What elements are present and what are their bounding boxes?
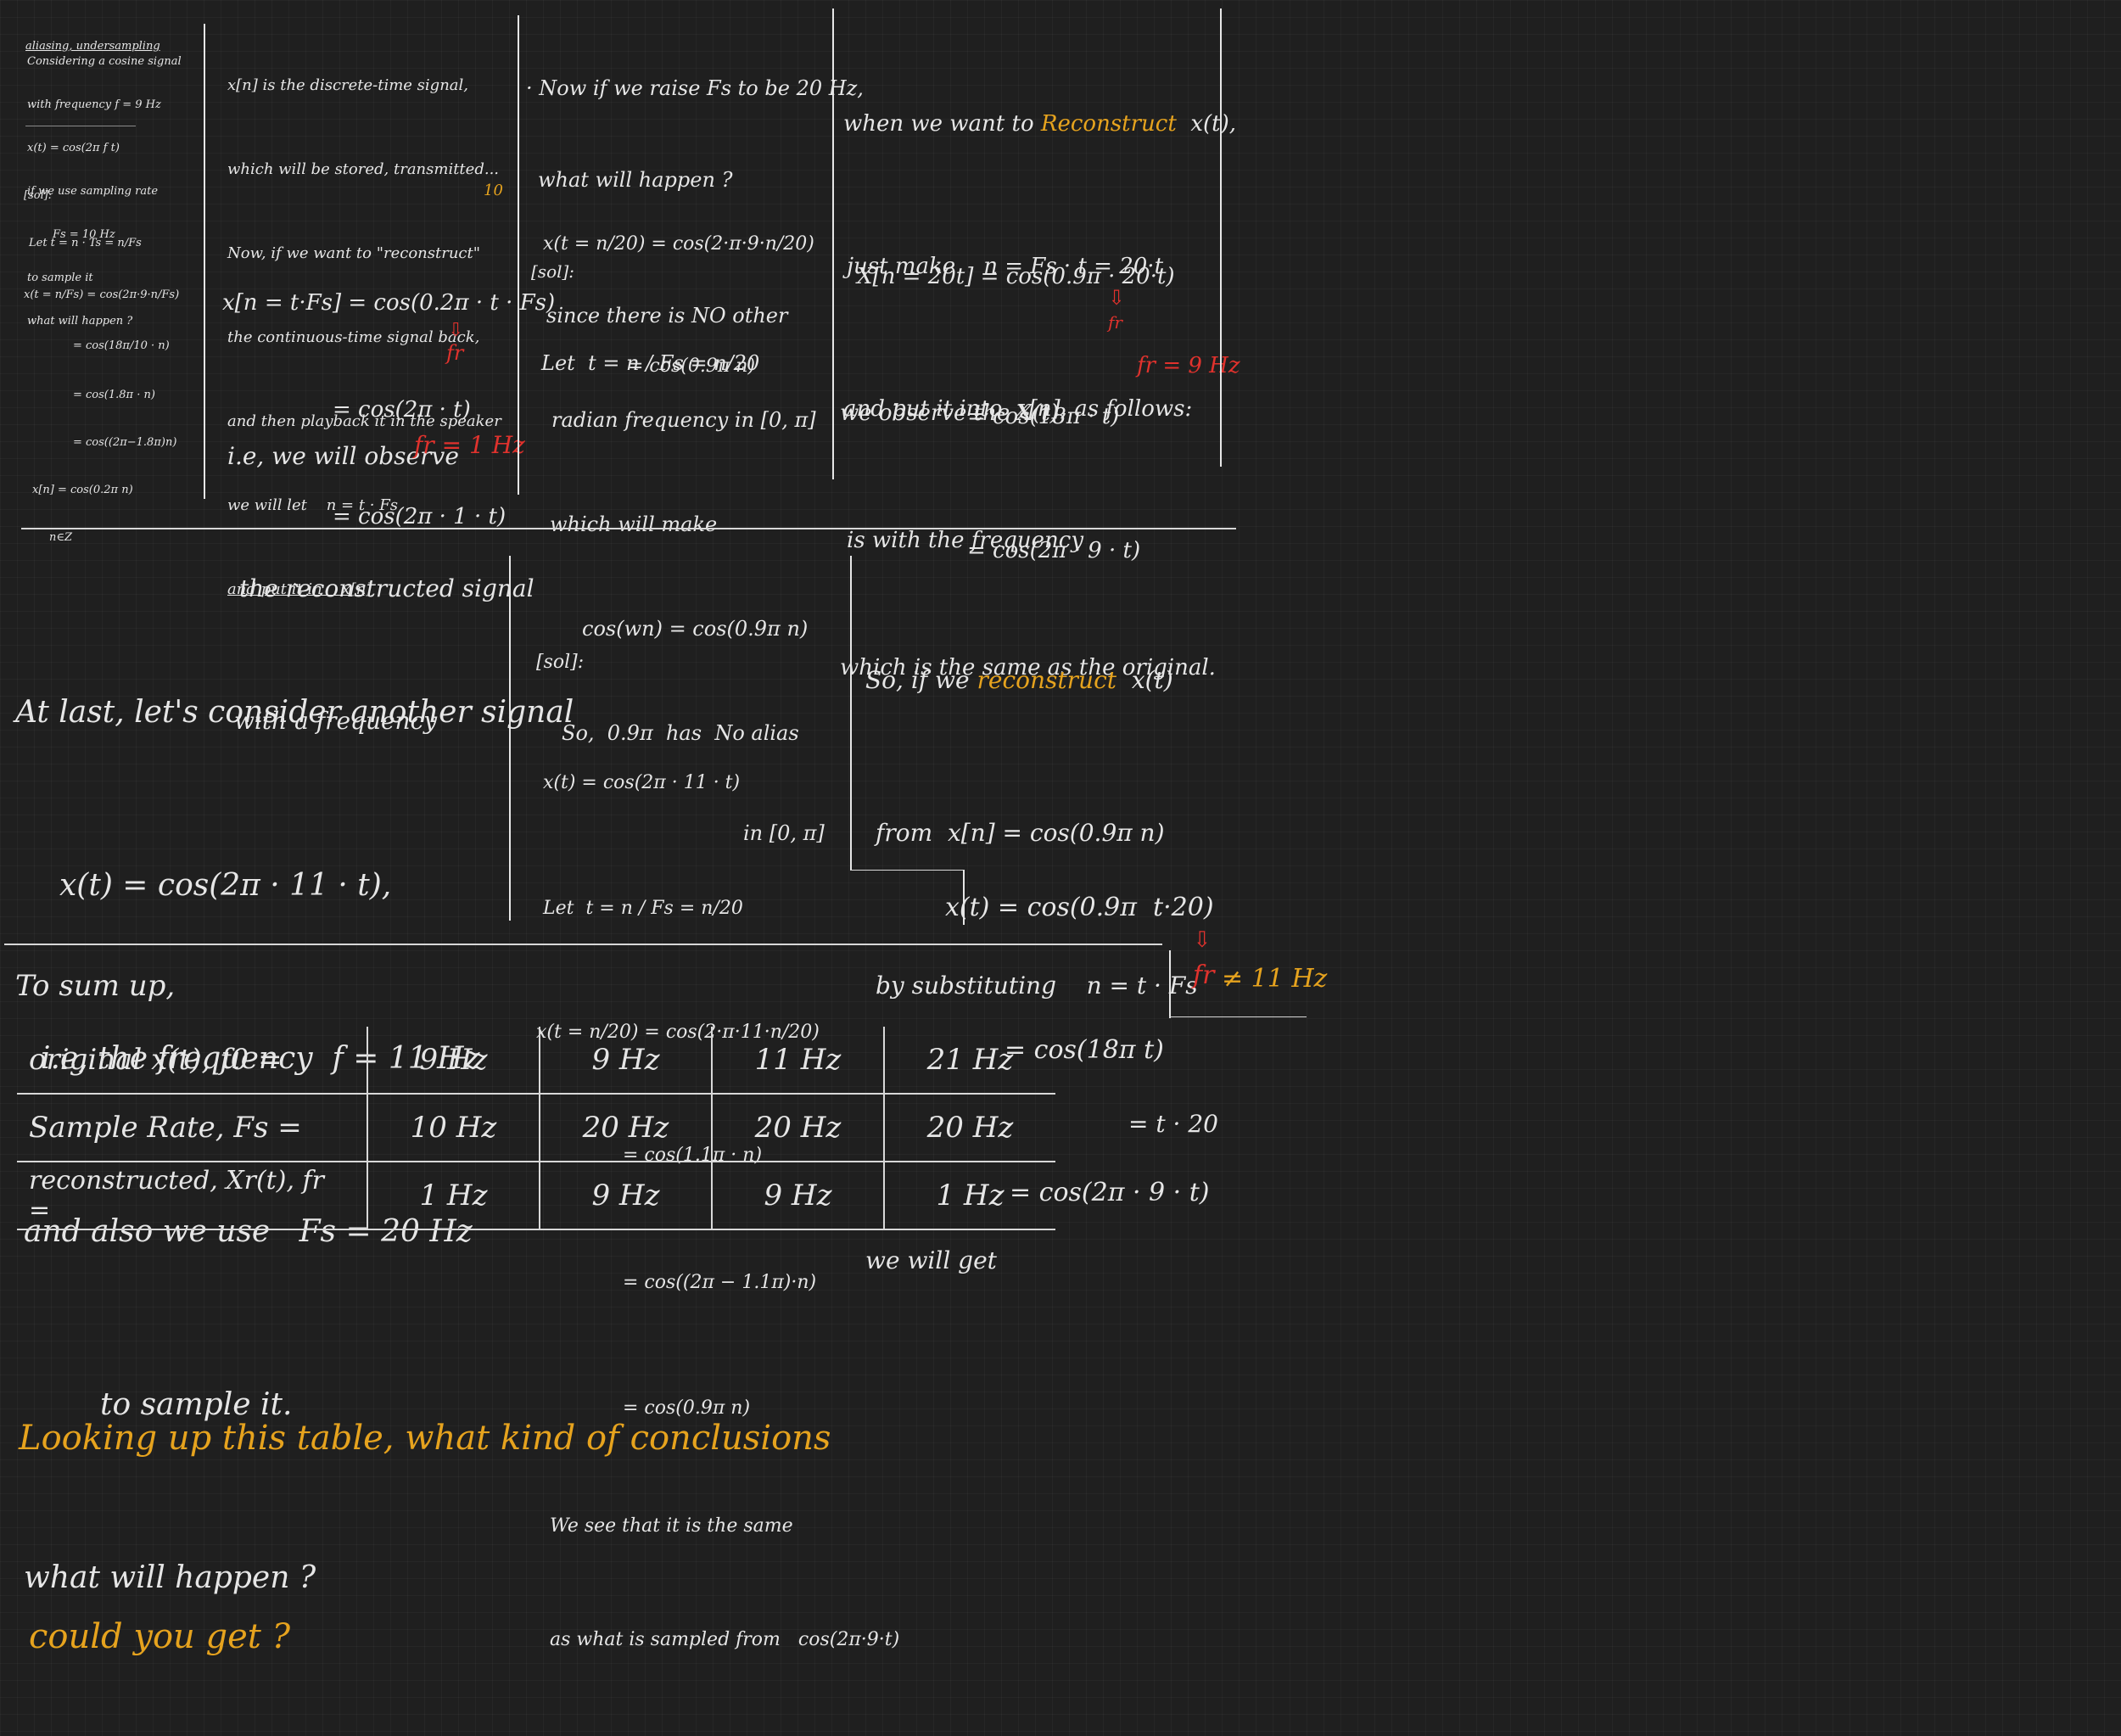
text-line: which will be stored, transmitted... <box>227 160 500 178</box>
equation-line: x(t) = cos(2π · 11 · t) <box>543 772 741 793</box>
xt-label: x(t), <box>1190 111 1236 137</box>
text-line: which will make <box>550 512 718 536</box>
row-label: reconstructed, Xr(t), fr = <box>17 1161 367 1230</box>
table-cell: 1 Hz <box>883 1161 1055 1230</box>
equation-line: x(t = n/Fs) = cos(2π·9·n/Fs) <box>24 288 180 301</box>
text-line: Considering a cosine signal <box>27 55 182 68</box>
annotation-10: 10 <box>484 182 503 199</box>
arrow-down-icon: ⇩ <box>1193 927 1212 953</box>
table-cell: 9 Hz <box>539 1027 712 1094</box>
fr-value: fr = 9 Hz <box>1137 353 1240 378</box>
divider <box>204 24 205 499</box>
text-line: could you get ? <box>29 1617 291 1656</box>
table-cell: 11 Hz <box>711 1027 884 1094</box>
equation-line: n∈Z <box>49 531 73 544</box>
table-row: reconstructed, Xr(t), fr = 1 Hz 9 Hz 9 H… <box>17 1161 1055 1230</box>
text-line: Looking up this table, what kind of conc… <box>19 1419 831 1458</box>
divider <box>850 556 852 870</box>
equation-line: = cos((2π−1.8π)n) <box>73 436 177 449</box>
row-label: Sample Rate, Fs = <box>17 1093 367 1162</box>
table-cell: 20 Hz <box>883 1093 1055 1162</box>
text-line: So, if we <box>865 666 970 694</box>
text-line: since there is NO other <box>546 304 788 328</box>
xt-label: x(t) <box>1131 666 1173 694</box>
equation-line: x[n] = cos(0.2π n) <box>32 484 133 496</box>
equation-line: Let t = n / Fs = n/20 <box>543 898 743 919</box>
divider <box>518 15 519 495</box>
table-cell: 20 Hz <box>711 1093 884 1162</box>
table-cell: 21 Hz <box>883 1027 1055 1094</box>
text-line: we observe the X(t) <box>840 400 1059 426</box>
table-cell: 9 Hz <box>539 1161 712 1230</box>
panel1-solution: [sol]: Let t = n · Ts = n/Fs x(t = n/Fs)… <box>24 160 179 576</box>
fr-result: ≠ 11 Hz <box>1222 964 1328 994</box>
equation-line: = cos(1.8π · n) <box>73 389 155 401</box>
equation-line: x(t) = cos(0.9π t·20) <box>945 893 1214 922</box>
equation-line: Let t = n · Ts = n/Fs <box>29 237 142 249</box>
result-bracket <box>1169 1016 1307 1017</box>
equation-line: = cos(18π/10 · n) <box>73 339 170 352</box>
reconstruct-word: Reconstruct <box>1040 111 1177 137</box>
text-line: x(t) = cos(2π · 11 · t), <box>59 868 392 903</box>
result-bracket <box>1169 950 1171 1018</box>
solution-label: [sol]: <box>536 652 585 673</box>
table-cell: 10 Hz <box>367 1093 540 1162</box>
fr-symbol: fr <box>1193 960 1215 990</box>
text-line: x[n] is the discrete-time signal, <box>227 76 469 94</box>
divider <box>509 556 511 921</box>
summary-table: original x(t), f0 = 9 Hz 9 Hz 11 Hz 21 H… <box>17 1027 1055 1230</box>
reconstruct-word: reconstruct <box>977 666 1117 694</box>
text-line: At last, let's consider another signal <box>15 695 574 730</box>
table-cell: 1 Hz <box>367 1161 540 1230</box>
equation-line: x[n = t·Fs] = cos(0.2π · t · Fs) <box>222 290 556 316</box>
text-line: x(t) = cos(2π f t) <box>27 142 120 154</box>
text-line: with frequency f = 9 Hz <box>27 98 161 111</box>
solution-label: [sol]: <box>24 189 53 202</box>
table-cell: 9 Hz <box>367 1027 540 1094</box>
section-divider <box>21 528 1236 529</box>
fr-value: fr = 1 Hz <box>414 431 525 459</box>
equation-line: X[n = 20t] = cos(0.9π · 20·t) <box>857 264 1175 289</box>
text-line: radian frequency in [0, π] <box>551 408 816 432</box>
table-row: Sample Rate, Fs = 10 Hz 20 Hz 20 Hz 20 H… <box>17 1093 1055 1162</box>
arrow-down-icon: ⇩ <box>1108 286 1126 310</box>
closing-question: Looking up this table, what kind of conc… <box>19 1273 831 1736</box>
text-line: · Now if we raise Fs to be 20 Hz, <box>526 76 864 100</box>
table-row: original x(t), f0 = 9 Hz 9 Hz 11 Hz 21 H… <box>17 1027 1055 1094</box>
summary-title: To sum up, <box>15 969 176 1003</box>
text-line: when we want to <box>843 111 1034 137</box>
row-label: original x(t), f0 = <box>29 1043 283 1077</box>
divider <box>832 8 834 479</box>
table-cell: 20 Hz <box>539 1093 712 1162</box>
arrow-down-icon: ⇩ <box>448 320 464 341</box>
table-cell: 9 Hz <box>711 1161 884 1230</box>
section-divider <box>4 944 1162 945</box>
divider <box>1220 8 1222 467</box>
